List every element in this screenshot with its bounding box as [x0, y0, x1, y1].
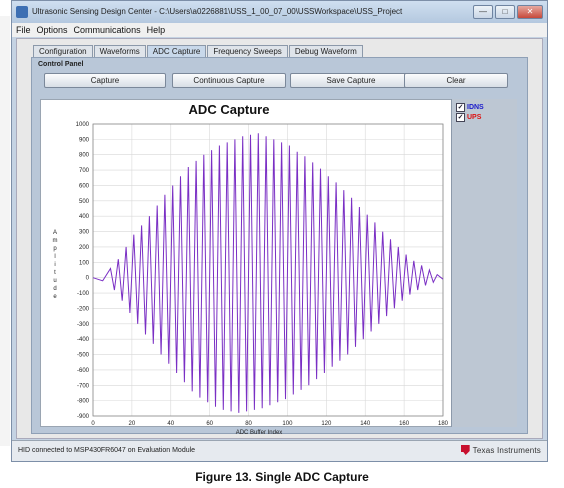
ti-logo: Texas Instruments	[460, 445, 541, 455]
app-icon	[16, 6, 28, 18]
menu-help[interactable]: Help	[147, 23, 166, 37]
capture-button[interactable]: Capture	[44, 73, 166, 88]
menu-bar: File Options Communications Help	[12, 23, 547, 37]
checkbox-checked-icon[interactable]: ✓	[456, 113, 465, 122]
legend-item-ups[interactable]: ✓ UPS	[456, 113, 481, 122]
ti-logo-icon	[460, 445, 470, 455]
x-tick-label: 120	[321, 421, 332, 427]
menu-file[interactable]: File	[16, 23, 31, 37]
adc-capture-chart: ADC Capture ADC Buffer Index 0 20 40 60 80 10…	[40, 99, 517, 436]
y-tick-label: 500	[79, 199, 90, 205]
y-tick-label: -700	[77, 383, 90, 389]
adc-capture-panel: Control Panel Capture Continuous Capture…	[31, 57, 528, 436]
y-tick-label: 100	[79, 260, 90, 266]
title-bar[interactable]: Ultrasonic Sensing Design Center - C:\Us…	[12, 1, 547, 23]
y-tick-label: -200	[77, 306, 90, 312]
y-tick-label: -800	[77, 399, 90, 405]
minimize-button[interactable]: —	[473, 5, 493, 19]
menu-communications[interactable]: Communications	[74, 23, 141, 37]
control-panel-label: Control Panel	[38, 61, 84, 68]
clear-button[interactable]: Clear	[404, 73, 508, 88]
checkbox-checked-icon[interactable]: ✓	[456, 103, 465, 112]
legend-panel: ✓ IDNS ✓ UPS	[451, 99, 517, 427]
y-tick-label: -900	[77, 414, 90, 420]
status-bar: HID connected to MSP430FR6047 on Evaluat…	[12, 440, 547, 461]
x-tick-label: 100	[282, 421, 293, 427]
x-tick-label: 160	[399, 421, 410, 427]
window-title: Ultrasonic Sensing Design Center - C:\Us…	[32, 7, 403, 16]
x-tick-label: 60	[206, 421, 213, 427]
y-tick-label: 1000	[76, 122, 90, 128]
y-tick-label: -600	[77, 368, 90, 374]
x-tick-label: 40	[167, 421, 174, 427]
desktop-edge	[0, 16, 10, 446]
save-capture-button[interactable]: Save Capture	[290, 73, 412, 88]
y-tick-label: 0	[86, 276, 90, 282]
ti-logo-text: Texas Instruments	[472, 445, 541, 455]
y-tick-label: -400	[77, 337, 90, 343]
close-button[interactable]: ✕	[517, 5, 543, 19]
y-axis-label: Amplitude	[53, 230, 58, 300]
x-tick-label: 20	[129, 421, 136, 427]
x-tick-label: 0	[91, 421, 95, 427]
y-tick-label: -100	[77, 291, 90, 297]
legend-label-ups: UPS	[467, 114, 482, 121]
maximize-button[interactable]: □	[495, 5, 515, 19]
y-tick-label: 300	[79, 230, 90, 236]
client-area: Configuration Waveforms ADC Capture Freq…	[16, 38, 543, 439]
x-tick-label: 180	[438, 421, 449, 427]
chart-title: ADC Capture	[189, 102, 270, 117]
x-axis-label: ADC Buffer Index	[236, 430, 283, 436]
y-tick-label: 400	[79, 214, 90, 220]
menu-options[interactable]: Options	[37, 23, 68, 37]
legend-label-idns: IDNS	[467, 104, 484, 111]
adc-series-line	[92, 133, 444, 413]
chart-svg: ADC Capture ADC Buffer Index 0 20 40 60 80 10…	[53, 102, 449, 436]
y-tick-label: -500	[77, 353, 90, 359]
y-tick-label: 700	[79, 168, 90, 174]
x-tick-label: 140	[360, 421, 371, 427]
continuous-capture-button[interactable]: Continuous Capture	[172, 73, 286, 88]
y-tick-label: 600	[79, 183, 90, 189]
y-tick-label: -300	[77, 322, 90, 328]
app-window: Ultrasonic Sensing Design Center - C:\Us…	[11, 0, 548, 462]
connection-status: HID connected to MSP430FR6047 on Evaluat…	[18, 447, 196, 454]
y-tick-label: 900	[79, 137, 90, 143]
y-tick-label: 800	[79, 153, 90, 159]
legend-item-idns[interactable]: ✓ IDNS	[456, 103, 484, 112]
y-tick-label: 200	[79, 245, 90, 251]
figure-caption: Figure 13. Single ADC Capture	[195, 470, 369, 484]
x-tick-label: 80	[245, 421, 252, 427]
